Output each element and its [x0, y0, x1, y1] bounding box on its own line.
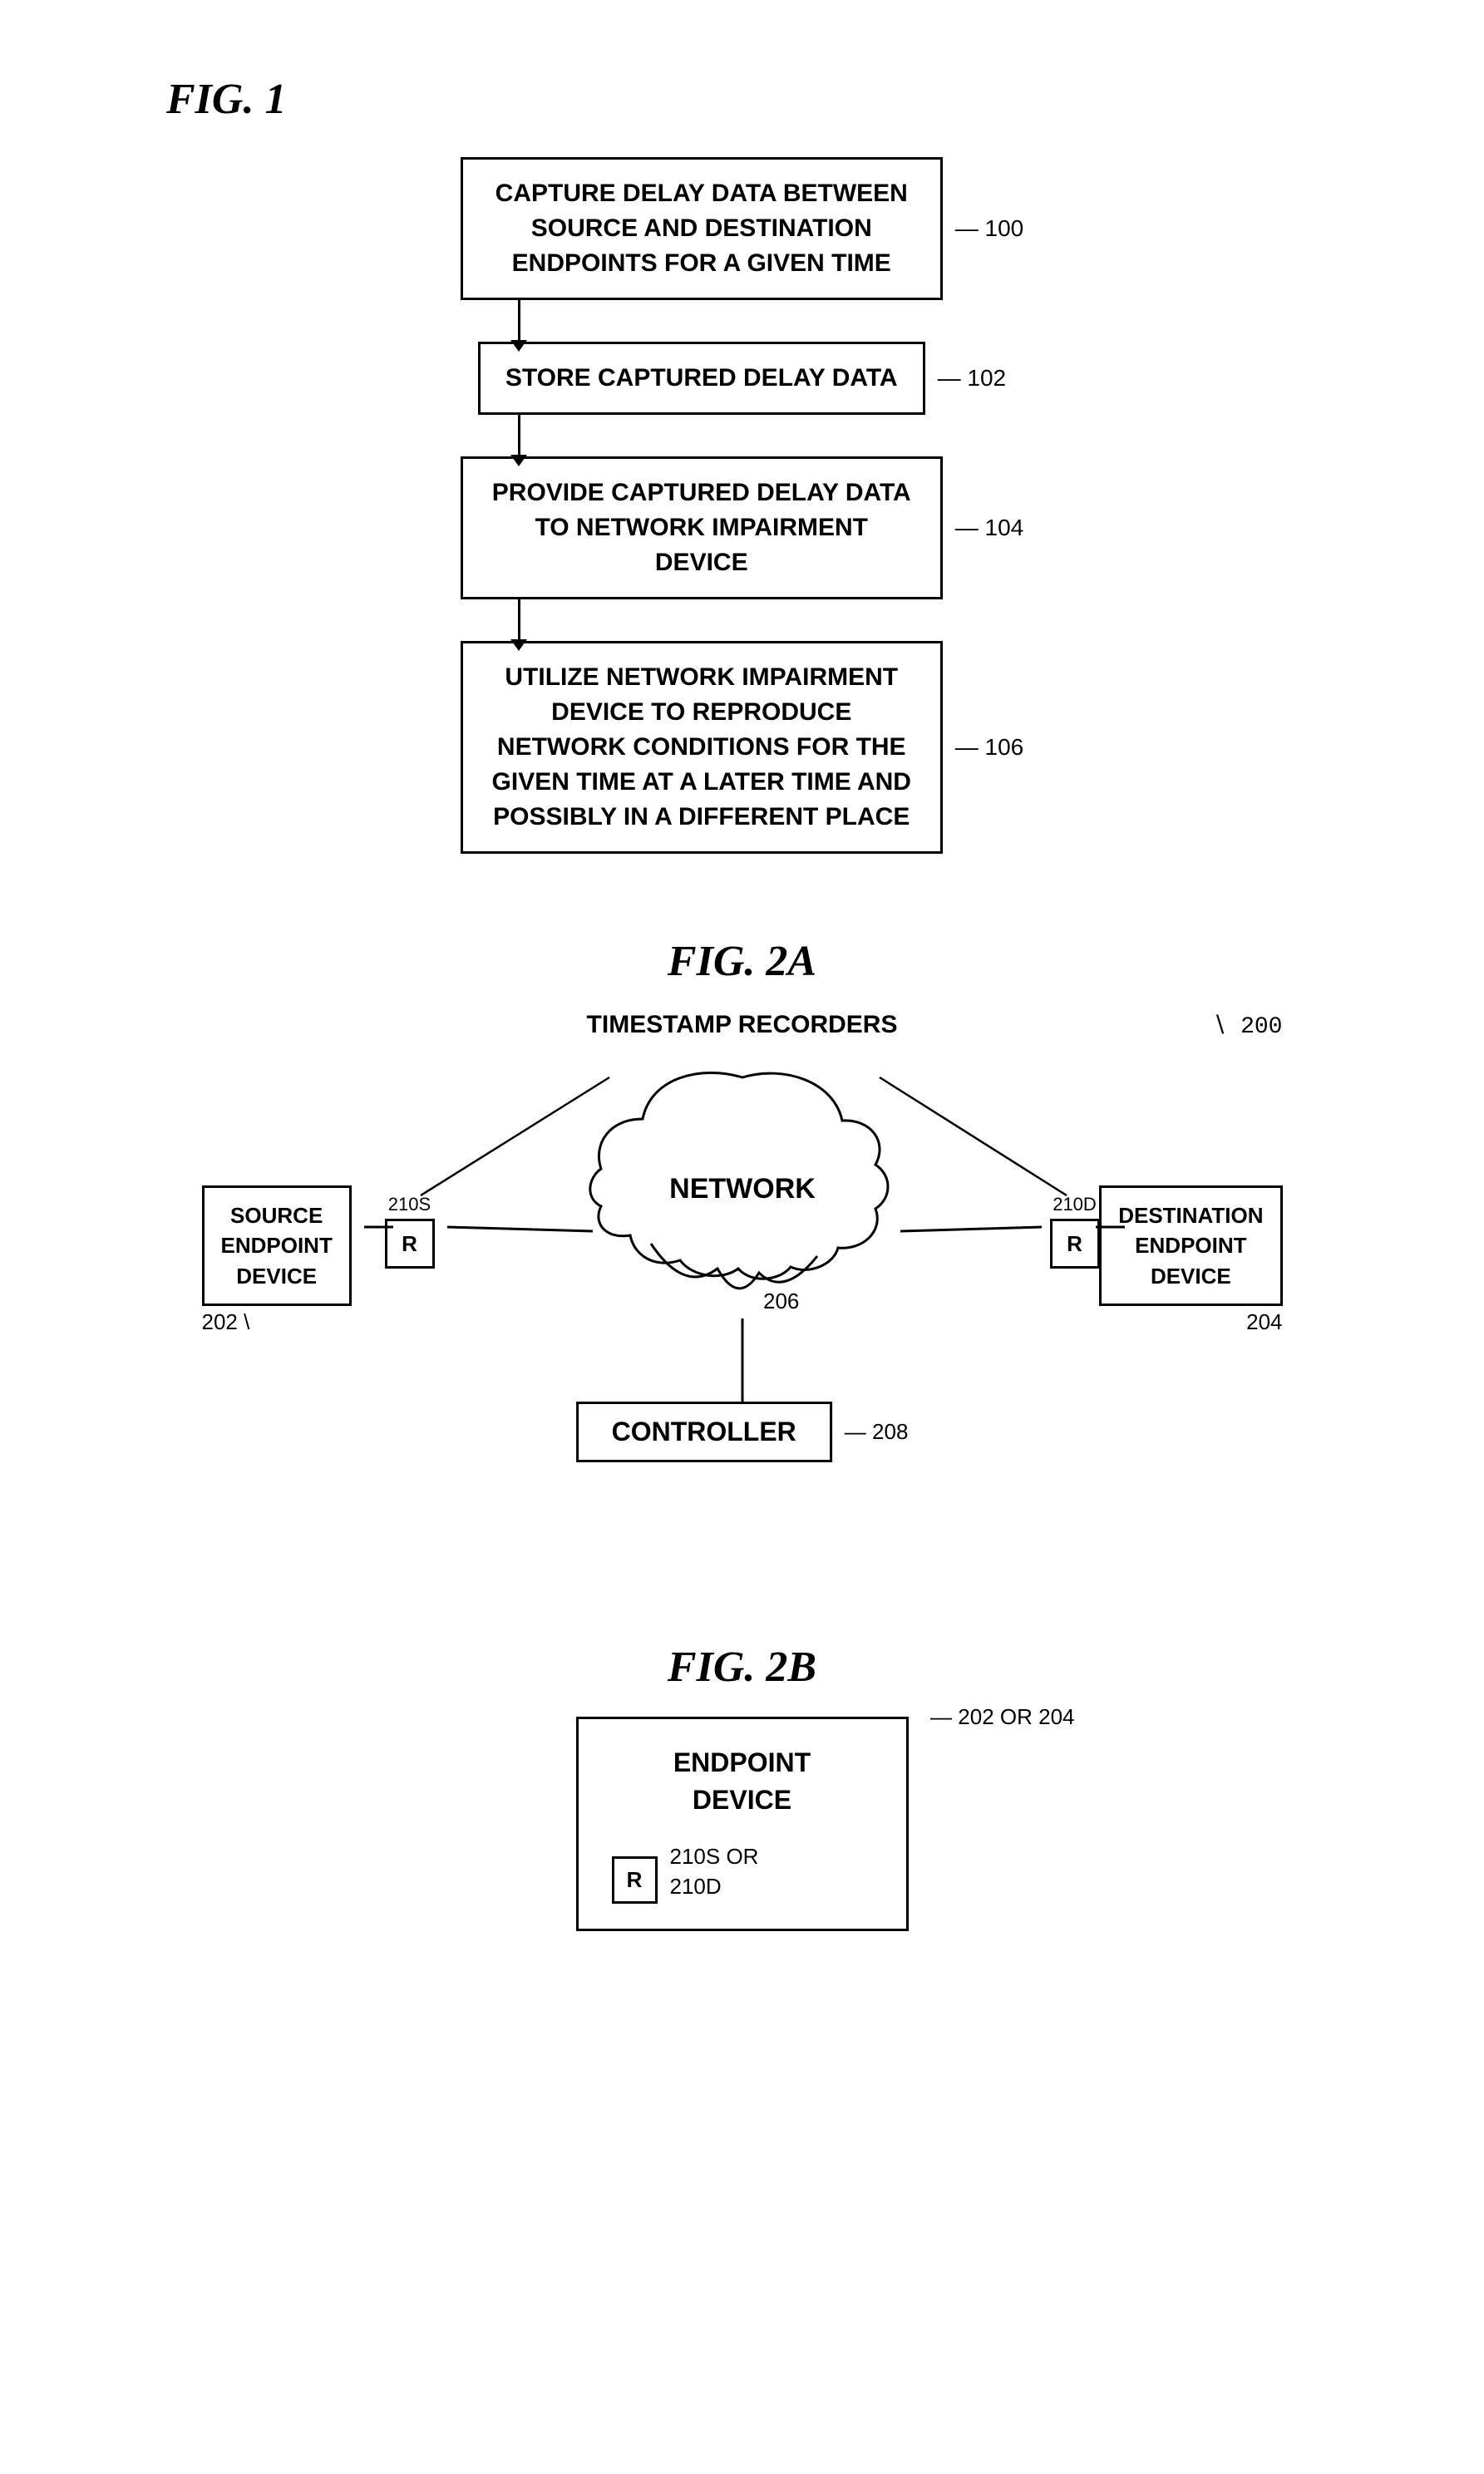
router-s-label: R: [385, 1219, 435, 1269]
fig1-section: FIG. 1 CAPTURE DELAY DATA BETWEEN SOURCE…: [166, 75, 1318, 854]
flowchart: CAPTURE DELAY DATA BETWEEN SOURCE AND DE…: [166, 157, 1318, 854]
source-endpoint-label: SOURCE ENDPOINT DEVICE: [202, 1185, 352, 1306]
controller-row: CONTROLLER — 208: [576, 1402, 909, 1462]
fig2b-device-label: ENDPOINT DEVICE: [612, 1744, 873, 1819]
router-s-box: 210S R: [385, 1194, 435, 1269]
fig2b-container: ENDPOINT DEVICE R 210S OR 210D: [166, 1717, 1318, 1931]
router-d-label: R: [1050, 1219, 1100, 1269]
dest-ref-label: 204: [1099, 1309, 1282, 1335]
ref-106: — 106: [955, 734, 1024, 761]
flow-box-106: UTILIZE NETWORK IMPAIRMENT DEVICE TO REP…: [461, 641, 943, 854]
timestamp-label: TIMESTAMP RECORDERS: [587, 1011, 898, 1039]
flow-step-106: UTILIZE NETWORK IMPAIRMENT DEVICE TO REP…: [166, 641, 1318, 854]
router-s-ref-top: 210S: [385, 1194, 435, 1215]
network-cloud: NETWORK 206: [584, 1061, 900, 1327]
fig2b-box-ref: — 202 OR 204: [930, 1704, 1074, 1730]
fig2a-section: FIG. 2A ∖ 200 TIMESTAMP RECORDERS SOURCE…: [166, 937, 1318, 1560]
controller-container: CONTROLLER — 208: [576, 1402, 909, 1462]
svg-text:206: 206: [763, 1289, 799, 1313]
fig2b-router-row: R 210S OR 210D: [612, 1840, 873, 1904]
flow-step-100: CAPTURE DELAY DATA BETWEEN SOURCE AND DE…: [166, 157, 1318, 300]
ref-200: ∖ 200: [1211, 1011, 1282, 1040]
arrow-2: [166, 415, 1318, 456]
dest-endpoint-label: DESTINATION ENDPOINT DEVICE: [1099, 1185, 1282, 1306]
dest-endpoint-box: DESTINATION ENDPOINT DEVICE 204: [1099, 1185, 1282, 1335]
fig2b-title: FIG. 2B: [668, 1644, 816, 1691]
ref-102: — 102: [938, 365, 1007, 392]
arrow-1: [166, 300, 1318, 342]
flow-step-102: STORE CAPTURED DELAY DATA — 102: [166, 342, 1318, 415]
fig2b-section: FIG. 2B ENDPOINT DEVICE R 210S OR: [166, 1643, 1318, 1931]
source-endpoint-box: SOURCE ENDPOINT DEVICE 202 \: [202, 1185, 352, 1335]
flow-box-102: STORE CAPTURED DELAY DATA: [478, 342, 925, 415]
ref-100: — 100: [955, 215, 1024, 242]
network-text: NETWORK: [669, 1173, 816, 1205]
flow-step-104: PROVIDE CAPTURED DELAY DATA TO NETWORK I…: [166, 456, 1318, 599]
router-d-box: 210D R: [1050, 1194, 1100, 1269]
fig1-title: FIG. 1: [166, 75, 1318, 124]
fig2a-title: FIG. 2A: [668, 938, 816, 985]
flow-box-104: PROVIDE CAPTURED DELAY DATA TO NETWORK I…: [461, 456, 943, 599]
fig2b-router-box: R: [612, 1856, 658, 1904]
arrow-3: [166, 599, 1318, 641]
fig2b-router-ref: 210S OR 210D: [670, 1841, 759, 1902]
source-ref-label: 202 \: [202, 1309, 352, 1335]
fig2b-device-box: ENDPOINT DEVICE R 210S OR 210D: [576, 1717, 909, 1931]
controller-box: CONTROLLER: [576, 1402, 832, 1462]
controller-ref: — 208: [845, 1419, 909, 1445]
router-d-ref-top: 210D: [1050, 1194, 1100, 1215]
fig2b-wrapper: ENDPOINT DEVICE R 210S OR 210D: [576, 1717, 909, 1931]
flow-box-100: CAPTURE DELAY DATA BETWEEN SOURCE AND DE…: [461, 157, 943, 300]
ref-104: — 104: [955, 515, 1024, 541]
